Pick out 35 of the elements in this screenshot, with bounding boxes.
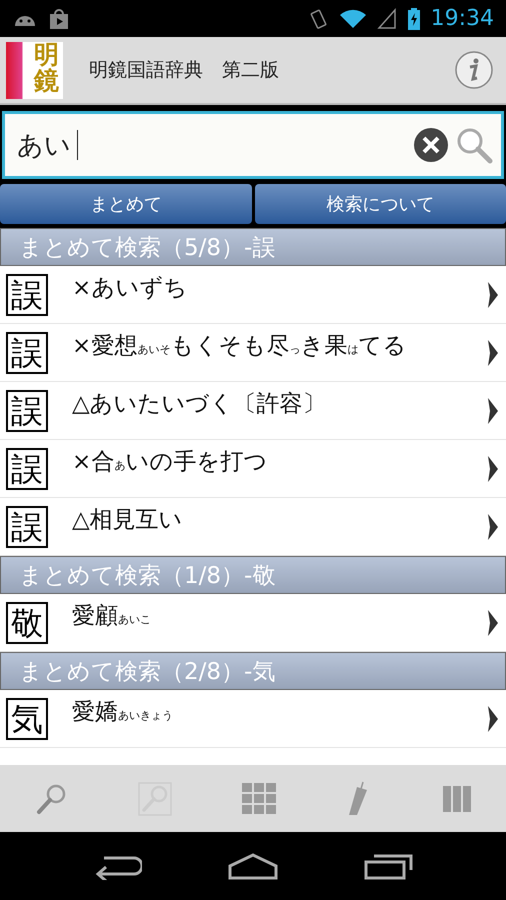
entry-link[interactable]: △あいたいづく〔許容〕: [72, 388, 486, 419]
clear-icon[interactable]: [413, 127, 449, 163]
section-header: まとめて検索（1/8）-敬: [0, 556, 506, 594]
category-badge: 気: [6, 698, 48, 740]
chevron-icon[interactable]: [486, 454, 500, 484]
app-logo: 明鏡: [6, 42, 63, 98]
search-field[interactable]: あい: [2, 111, 504, 179]
category-badge: 敬: [6, 602, 48, 644]
chevron-icon[interactable]: [486, 512, 500, 542]
vibrate-icon: [308, 8, 329, 30]
section-header: まとめて検索（2/8）-気: [0, 652, 506, 690]
chevron-icon[interactable]: [486, 280, 500, 310]
app-title: 明鏡国語辞典 第二版: [89, 58, 280, 83]
home-icon[interactable]: [226, 852, 280, 880]
wifi-icon: [338, 8, 367, 30]
category-badge: 誤: [6, 274, 48, 316]
category-badge: 誤: [6, 332, 48, 374]
category-badge: 誤: [6, 390, 48, 432]
info-icon[interactable]: [454, 50, 494, 90]
section-header: まとめて検索（5/8）-誤: [0, 228, 506, 266]
entry-link[interactable]: ×あいずち: [72, 272, 486, 303]
chevron-icon[interactable]: [486, 608, 500, 638]
entry-link[interactable]: △相見互い: [72, 504, 486, 535]
chevron-icon[interactable]: [486, 396, 500, 426]
signal-icon: [376, 8, 397, 30]
recent-apps-icon[interactable]: [364, 852, 414, 880]
chevron-icon[interactable]: [486, 704, 500, 734]
store-icon: [48, 8, 70, 30]
category-badge: 誤: [6, 506, 48, 548]
battery-icon: [406, 6, 421, 30]
tab-button[interactable]: まとめて: [0, 184, 252, 224]
category-badge: 誤: [6, 448, 48, 490]
tab-button[interactable]: 検索について: [254, 184, 506, 224]
chevron-icon[interactable]: [486, 338, 500, 368]
clock-time: 19:34: [430, 6, 494, 31]
